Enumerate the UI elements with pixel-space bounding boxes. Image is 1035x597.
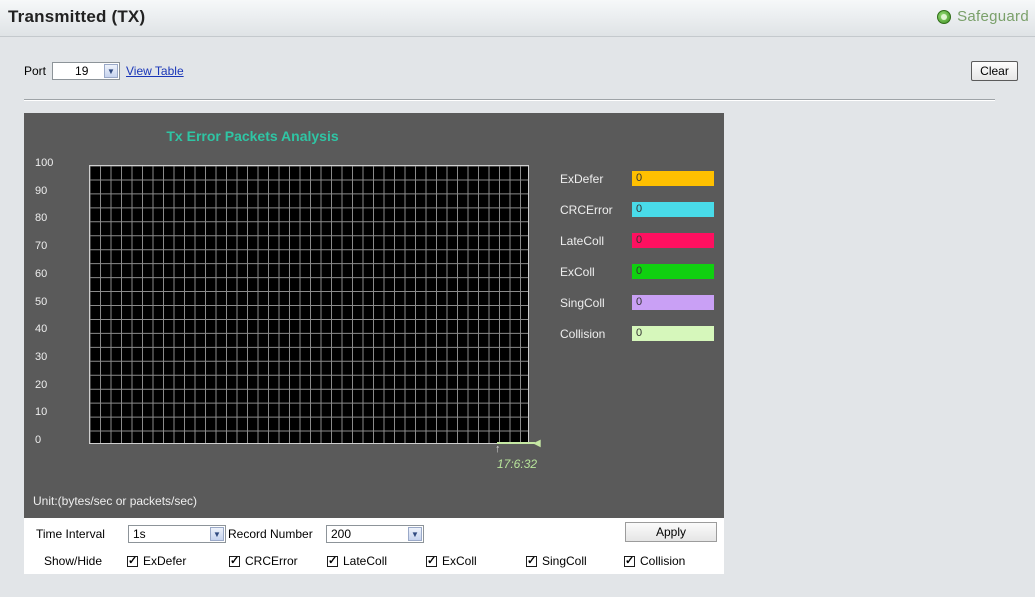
- record-number-select[interactable]: 200 ▼: [326, 525, 424, 543]
- legend-series-name: ExColl: [560, 264, 595, 279]
- y-tick-label: 90: [35, 184, 48, 197]
- safeguard-indicator: Safeguard: [937, 8, 1029, 25]
- checkbox-singcoll[interactable]: SingColl: [526, 554, 587, 568]
- check-icon[interactable]: [127, 554, 138, 567]
- view-table-link[interactable]: View Table: [126, 64, 184, 78]
- check-icon[interactable]: [526, 554, 537, 567]
- legend-item: LateColl 0: [560, 233, 714, 248]
- port-select-value: 19: [75, 64, 89, 78]
- legend-item: ExColl 0: [560, 264, 714, 279]
- divider: [24, 99, 995, 101]
- check-icon[interactable]: [624, 554, 635, 567]
- chart-title: Tx Error Packets Analysis: [166, 128, 339, 144]
- time-interval-label: Time Interval: [36, 527, 105, 541]
- legend-series-name: Collision: [560, 326, 606, 341]
- legend-item: SingColl 0: [560, 295, 714, 310]
- checkbox-label: LateColl: [343, 554, 388, 568]
- y-tick-label: 20: [35, 378, 48, 391]
- legend-series-name: CRCError: [560, 202, 613, 217]
- legend-series-name: SingColl: [560, 295, 605, 310]
- check-icon[interactable]: [327, 554, 338, 567]
- checkbox-collision[interactable]: Collision: [624, 554, 685, 568]
- time-arrow-icon: ↑: [495, 443, 501, 455]
- legend-series-name: ExDefer: [560, 171, 604, 186]
- check-icon[interactable]: [229, 554, 240, 567]
- x-tick-time: 17:6:32: [497, 457, 538, 471]
- y-tick-label: 10: [35, 406, 48, 419]
- legend-series-name: LateColl: [560, 233, 605, 248]
- check-icon[interactable]: [426, 554, 437, 567]
- time-interval-value: 1s: [133, 527, 146, 541]
- record-number-value: 200: [331, 527, 352, 541]
- y-tick-label: 40: [35, 323, 48, 336]
- legend-item: ExDefer 0: [560, 171, 714, 186]
- checkbox-exdefer[interactable]: ExDefer: [127, 554, 186, 568]
- y-tick-label: 0: [35, 434, 42, 446]
- checkbox-label: SingColl: [542, 554, 587, 568]
- title-bar: Transmitted (TX) Safeguard: [0, 0, 1035, 37]
- legend-item: Collision 0: [560, 326, 714, 341]
- legend-series-value: 0: [632, 233, 714, 248]
- port-select[interactable]: 19 ▼: [52, 62, 121, 80]
- chart-panel: Tx Error Packets Analysis 100 90 80 70 60 50 4…: [24, 113, 724, 518]
- apply-button[interactable]: Apply: [625, 522, 717, 542]
- page-title: Transmitted (TX): [8, 7, 146, 26]
- checkbox-label: ExColl: [442, 554, 477, 568]
- checkbox-excoll[interactable]: ExColl: [426, 554, 477, 568]
- record-number-label: Record Number: [228, 527, 313, 541]
- series-baseline: [497, 442, 535, 444]
- legend-series-value: 0: [632, 202, 714, 217]
- checkbox-label: CRCError: [245, 554, 298, 568]
- y-tick-label: 30: [35, 350, 48, 363]
- safeguard-status-icon: [937, 9, 952, 24]
- legend-series-value: 0: [632, 295, 714, 310]
- plot-area: [89, 165, 529, 444]
- chart-grid: [90, 166, 528, 443]
- legend-series-value: 0: [632, 171, 714, 186]
- checkbox-crcerror[interactable]: CRCError: [229, 554, 298, 568]
- y-tick-label: 50: [35, 295, 48, 308]
- clear-button[interactable]: Clear: [971, 61, 1018, 81]
- controls-panel: Time Interval 1s ▼ Record Number 200 ▼ A…: [24, 518, 724, 574]
- legend-series-value: 0: [632, 264, 714, 279]
- y-tick-label: 100: [35, 157, 54, 169]
- time-interval-select[interactable]: 1s ▼: [128, 525, 226, 543]
- y-tick-label: 60: [35, 267, 48, 280]
- baseline-marker-icon: ◀: [533, 438, 541, 449]
- y-tick-label: 70: [35, 240, 48, 253]
- unit-label: Unit:(bytes/sec or packets/sec): [33, 494, 198, 508]
- checkbox-label: Collision: [640, 554, 686, 568]
- checkbox-label: ExDefer: [143, 554, 187, 568]
- chevron-down-icon[interactable]: ▼: [104, 64, 119, 78]
- chevron-down-icon[interactable]: ▼: [210, 527, 224, 541]
- port-row: Port 19 ▼ View Table: [24, 62, 184, 80]
- legend-item: CRCError 0: [560, 202, 714, 217]
- chevron-down-icon[interactable]: ▼: [408, 527, 422, 541]
- legend-series-value: 0: [632, 326, 714, 341]
- checkbox-latecoll[interactable]: LateColl: [327, 554, 387, 568]
- safeguard-label: Safeguard: [957, 8, 1029, 25]
- show-hide-label: Show/Hide: [44, 554, 103, 568]
- y-tick-label: 80: [35, 212, 48, 225]
- port-label: Port: [24, 64, 47, 78]
